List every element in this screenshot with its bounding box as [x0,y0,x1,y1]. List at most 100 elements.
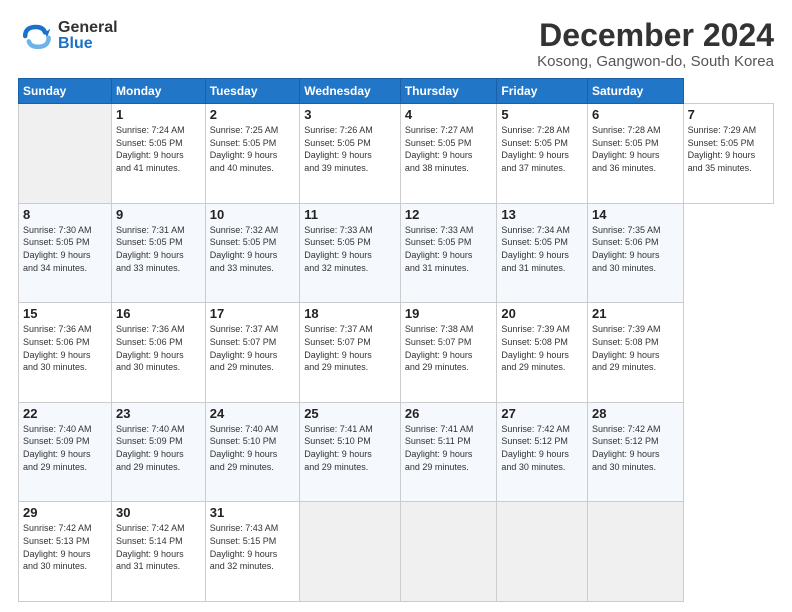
day-info: Sunrise: 7:30 AM Sunset: 5:05 PM Dayligh… [23,224,107,274]
day-number: 4 [405,107,493,122]
header-cell-sunday: Sunday [19,79,112,104]
header: General Blue December 2024 Kosong, Gangw… [18,18,774,70]
day-cell-5: 5Sunrise: 7:28 AM Sunset: 5:05 PM Daylig… [497,104,588,204]
day-cell-22: 22 Sunrise: 7:40 AM Sunset: 5:09 PM Dayli… [19,402,112,502]
day-cell-24: 24Sunrise: 7:40 AM Sunset: 5:10 PM Dayli… [205,402,299,502]
page: General Blue December 2024 Kosong, Gangw… [0,0,792,612]
day-cell-15: 15 Sunrise: 7:36 AM Sunset: 5:06 PM Dayli… [19,303,112,403]
day-number: 21 [592,306,679,321]
week-row-2: 15 Sunrise: 7:36 AM Sunset: 5:06 PM Dayli… [19,303,774,403]
empty-cell [19,104,112,204]
day-number: 31 [210,505,295,520]
day-info: Sunrise: 7:24 AM Sunset: 5:05 PM Dayligh… [116,124,201,174]
day-info: Sunrise: 7:28 AM Sunset: 5:05 PM Dayligh… [501,124,583,174]
day-cell-27: 27Sunrise: 7:42 AM Sunset: 5:12 PM Dayli… [497,402,588,502]
day-cell-10: 10 Sunrise: 7:32 AM Sunset: 5:05 PM Dayli… [205,203,299,303]
empty-cell [400,502,497,602]
header-row: SundayMondayTuesdayWednesdayThursdayFrid… [19,79,774,104]
day-cell-1: 1Sunrise: 7:24 AM Sunset: 5:05 PM Daylig… [112,104,206,204]
day-cell-17: 17Sunrise: 7:37 AM Sunset: 5:07 PM Dayli… [205,303,299,403]
day-number: 10 [210,207,295,222]
day-cell-4: 4 Sunrise: 7:27 AM Sunset: 5:05 PM Daylig… [400,104,497,204]
day-cell-9: 9 Sunrise: 7:31 AM Sunset: 5:05 PM Daylig… [112,203,206,303]
day-cell-21: 21 Sunrise: 7:39 AM Sunset: 5:08 PM Dayli… [587,303,683,403]
day-info: Sunrise: 7:28 AM Sunset: 5:05 PM Dayligh… [592,124,679,174]
empty-cell [497,502,588,602]
day-number: 20 [501,306,583,321]
day-number: 18 [304,306,396,321]
day-info: Sunrise: 7:36 AM Sunset: 5:06 PM Dayligh… [116,323,201,373]
day-number: 17 [210,306,295,321]
day-info: Sunrise: 7:40 AM Sunset: 5:09 PM Dayligh… [23,423,107,473]
day-number: 3 [304,107,396,122]
day-cell-6: 6 Sunrise: 7:28 AM Sunset: 5:05 PM Daylig… [587,104,683,204]
day-info: Sunrise: 7:42 AM Sunset: 5:14 PM Dayligh… [116,522,201,572]
day-cell-18: 18Sunrise: 7:37 AM Sunset: 5:07 PM Dayli… [300,303,401,403]
calendar-subtitle: Kosong, Gangwon-do, South Korea [537,53,774,70]
header-cell-thursday: Thursday [400,79,497,104]
week-row-3: 22 Sunrise: 7:40 AM Sunset: 5:09 PM Dayli… [19,402,774,502]
day-number: 11 [304,207,396,222]
empty-cell [587,502,683,602]
day-info: Sunrise: 7:25 AM Sunset: 5:05 PM Dayligh… [210,124,295,174]
day-cell-25: 25Sunrise: 7:41 AM Sunset: 5:10 PM Dayli… [300,402,401,502]
day-cell-12: 12 Sunrise: 7:33 AM Sunset: 5:05 PM Dayli… [400,203,497,303]
day-number: 19 [405,306,493,321]
day-number: 22 [23,406,107,421]
day-info: Sunrise: 7:42 AM Sunset: 5:12 PM Dayligh… [592,423,679,473]
day-info: Sunrise: 7:36 AM Sunset: 5:06 PM Dayligh… [23,323,107,373]
day-info: Sunrise: 7:33 AM Sunset: 5:05 PM Dayligh… [304,224,396,274]
day-number: 2 [210,107,295,122]
day-cell-3: 3 Sunrise: 7:26 AM Sunset: 5:05 PM Daylig… [300,104,401,204]
day-info: Sunrise: 7:43 AM Sunset: 5:15 PM Dayligh… [210,522,295,572]
day-info: Sunrise: 7:39 AM Sunset: 5:08 PM Dayligh… [501,323,583,373]
day-cell-29: 29Sunrise: 7:42 AM Sunset: 5:13 PM Dayli… [19,502,112,602]
day-cell-7: 7 Sunrise: 7:29 AM Sunset: 5:05 PM Daylig… [683,104,773,204]
day-number: 15 [23,306,107,321]
title-block: December 2024 Kosong, Gangwon-do, South … [537,18,774,70]
day-number: 12 [405,207,493,222]
day-info: Sunrise: 7:26 AM Sunset: 5:05 PM Dayligh… [304,124,396,174]
header-cell-tuesday: Tuesday [205,79,299,104]
day-cell-30: 30Sunrise: 7:42 AM Sunset: 5:14 PM Dayli… [112,502,206,602]
header-cell-wednesday: Wednesday [300,79,401,104]
day-number: 23 [116,406,201,421]
day-info: Sunrise: 7:32 AM Sunset: 5:05 PM Dayligh… [210,224,295,274]
logo: General Blue [18,18,118,54]
day-cell-13: 13Sunrise: 7:34 AM Sunset: 5:05 PM Dayli… [497,203,588,303]
logo-general: General [58,20,118,36]
calendar-table: SundayMondayTuesdayWednesdayThursdayFrid… [18,78,774,602]
day-cell-20: 20 Sunrise: 7:39 AM Sunset: 5:08 PM Dayli… [497,303,588,403]
day-info: Sunrise: 7:34 AM Sunset: 5:05 PM Dayligh… [501,224,583,274]
day-number: 6 [592,107,679,122]
day-cell-23: 23 Sunrise: 7:40 AM Sunset: 5:09 PM Dayli… [112,402,206,502]
logo-icon [18,18,54,54]
day-info: Sunrise: 7:42 AM Sunset: 5:12 PM Dayligh… [501,423,583,473]
day-cell-14: 14Sunrise: 7:35 AM Sunset: 5:06 PM Dayli… [587,203,683,303]
week-row-1: 8Sunrise: 7:30 AM Sunset: 5:05 PM Daylig… [19,203,774,303]
day-info: Sunrise: 7:38 AM Sunset: 5:07 PM Dayligh… [405,323,493,373]
day-number: 9 [116,207,201,222]
day-info: Sunrise: 7:40 AM Sunset: 5:10 PM Dayligh… [210,423,295,473]
empty-cell [300,502,401,602]
day-cell-2: 2 Sunrise: 7:25 AM Sunset: 5:05 PM Daylig… [205,104,299,204]
day-info: Sunrise: 7:39 AM Sunset: 5:08 PM Dayligh… [592,323,679,373]
logo-text: General Blue [58,20,118,52]
day-cell-31: 31 Sunrise: 7:43 AM Sunset: 5:15 PM Dayli… [205,502,299,602]
day-cell-8: 8Sunrise: 7:30 AM Sunset: 5:05 PM Daylig… [19,203,112,303]
day-number: 14 [592,207,679,222]
day-info: Sunrise: 7:31 AM Sunset: 5:05 PM Dayligh… [116,224,201,274]
day-info: Sunrise: 7:29 AM Sunset: 5:05 PM Dayligh… [688,124,769,174]
day-info: Sunrise: 7:33 AM Sunset: 5:05 PM Dayligh… [405,224,493,274]
day-cell-16: 16Sunrise: 7:36 AM Sunset: 5:06 PM Dayli… [112,303,206,403]
day-number: 28 [592,406,679,421]
day-cell-26: 26Sunrise: 7:41 AM Sunset: 5:11 PM Dayli… [400,402,497,502]
day-info: Sunrise: 7:40 AM Sunset: 5:09 PM Dayligh… [116,423,201,473]
day-number: 29 [23,505,107,520]
header-cell-friday: Friday [497,79,588,104]
header-cell-saturday: Saturday [587,79,683,104]
day-number: 7 [688,107,769,122]
day-info: Sunrise: 7:41 AM Sunset: 5:11 PM Dayligh… [405,423,493,473]
day-info: Sunrise: 7:27 AM Sunset: 5:05 PM Dayligh… [405,124,493,174]
week-row-4: 29Sunrise: 7:42 AM Sunset: 5:13 PM Dayli… [19,502,774,602]
